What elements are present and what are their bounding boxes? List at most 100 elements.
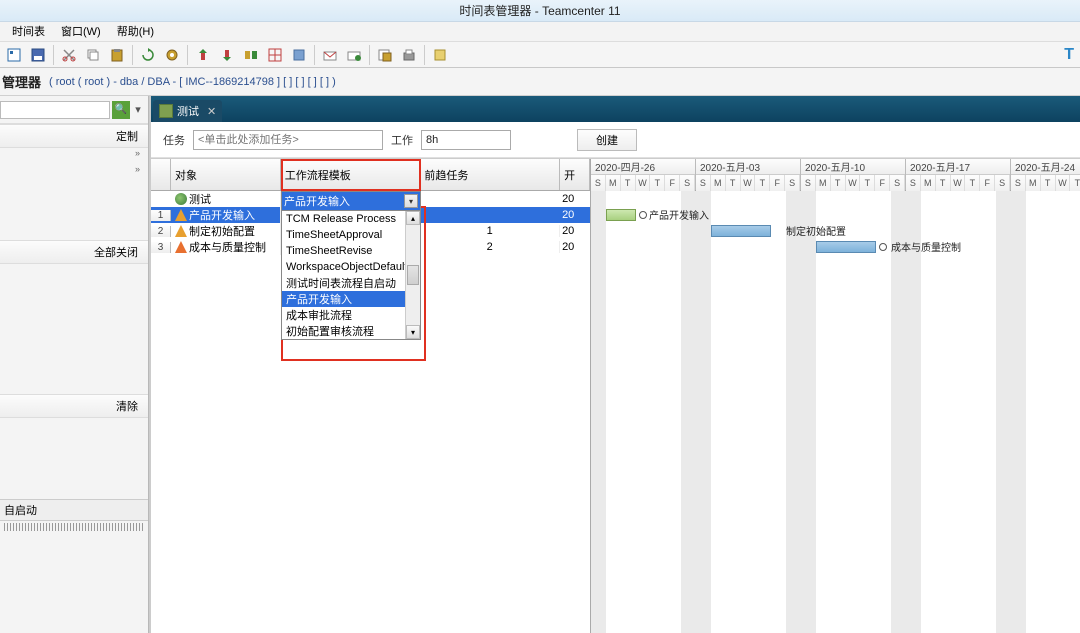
gantt-bar[interactable] <box>816 241 876 253</box>
menu-help[interactable]: 帮助(H) <box>109 23 162 41</box>
col-rownum[interactable] <box>151 159 171 190</box>
row-number: 2 <box>151 226 171 237</box>
tool-c-icon[interactable] <box>240 44 262 66</box>
work-label: 工作 <box>391 132 413 148</box>
menu-schedule[interactable]: 时间表 <box>4 23 53 41</box>
cell-start: 20 <box>560 209 590 221</box>
tool-j-icon[interactable] <box>429 44 451 66</box>
col-start[interactable]: 开 <box>560 159 590 190</box>
workflow-combo[interactable]: 产品开发输入 ▾ ▴ ▾ TCM Release ProcessTimeShee… <box>281 191 421 340</box>
tool-h-icon[interactable] <box>374 44 396 66</box>
combo-option[interactable]: 测试时间表流程自启动 <box>282 275 420 291</box>
combo-option[interactable]: TimeSheetApproval <box>282 227 420 243</box>
combo-option[interactable]: 初始配置审核流程 <box>282 323 420 339</box>
close-icon[interactable]: ✕ <box>207 105 216 118</box>
toolbar: T <box>0 42 1080 68</box>
tool-i-icon[interactable] <box>398 44 420 66</box>
cell-object: 产品开发输入 <box>171 207 281 223</box>
combo-selected[interactable]: 产品开发输入 ▾ <box>282 192 420 210</box>
day-cell: T <box>650 175 665 191</box>
day-cell: T <box>621 175 636 191</box>
breadcrumb-bar: 管理器 ( root ( root ) - dba / DBA - [ IMC-… <box>0 68 1080 96</box>
work-input[interactable] <box>421 130 511 150</box>
day-cell: M <box>921 175 936 191</box>
gantt-week: 2020-五月-10SMTWTFS <box>801 159 906 190</box>
col-predecessor[interactable]: 前趋任务 <box>420 159 560 190</box>
tool-b-icon[interactable] <box>216 44 238 66</box>
gantt-week: 2020-五月-24SMTWTFS <box>1011 159 1080 190</box>
tool-home-icon[interactable] <box>3 44 25 66</box>
tool-paste-icon[interactable] <box>106 44 128 66</box>
combo-option[interactable]: TCM Release Process <box>282 211 420 227</box>
gantt-bar[interactable] <box>606 209 636 221</box>
tab-test[interactable]: 测试 ✕ <box>153 100 222 122</box>
week-label: 2020-四月-26 <box>591 159 695 175</box>
day-cell: S <box>785 175 800 191</box>
task-input[interactable] <box>193 130 383 150</box>
combo-scrollbar[interactable]: ▴ ▾ <box>405 211 420 339</box>
search-icon[interactable]: 🔍 <box>112 101 130 119</box>
combo-option[interactable]: WorkspaceObjectDefault <box>282 259 420 275</box>
scroll-down-icon[interactable]: ▾ <box>406 325 420 339</box>
left-section-custom[interactable]: 定制 <box>0 124 148 148</box>
combo-option[interactable]: 产品开发输入 <box>282 291 420 307</box>
day-cell: M <box>711 175 726 191</box>
day-cell: W <box>846 175 861 191</box>
left-search-row: 🔍 ▾ <box>0 96 148 124</box>
tool-copy-icon[interactable] <box>82 44 104 66</box>
left-autostart[interactable]: 自启动 <box>0 499 148 521</box>
create-button[interactable]: 创建 <box>577 129 637 151</box>
cell-predecessor: 2 <box>420 241 560 253</box>
row-number: 1 <box>151 210 171 221</box>
tool-cut-icon[interactable] <box>58 44 80 66</box>
tool-refresh-icon[interactable] <box>137 44 159 66</box>
gantt-week: 2020-五月-17SMTWTFS <box>906 159 1011 190</box>
tool-a-icon[interactable] <box>192 44 214 66</box>
left-search-input[interactable] <box>0 101 110 119</box>
day-cell: W <box>741 175 756 191</box>
gantt-body[interactable]: 产品开发输入制定初始配置成本与质量控制 <box>591 191 1080 633</box>
combo-option[interactable]: TimeSheetRevise <box>282 243 420 259</box>
day-cell: F <box>665 175 680 191</box>
brand-letter: T <box>1064 46 1074 64</box>
row-number: 3 <box>151 242 171 253</box>
window-title: 时间表管理器 - Teamcenter 11 <box>459 2 620 19</box>
resize-grip[interactable] <box>4 523 144 531</box>
day-cell: T <box>965 175 980 191</box>
chevron-right-icon[interactable]: » <box>0 164 148 180</box>
left-section-clear[interactable]: 清除 <box>0 394 148 418</box>
tool-gear-icon[interactable] <box>161 44 183 66</box>
milestone-node[interactable] <box>879 243 887 251</box>
col-workflow[interactable]: 工作流程模板 <box>281 159 421 190</box>
tool-d-icon[interactable] <box>264 44 286 66</box>
chevron-right-icon[interactable]: » <box>0 148 148 164</box>
left-section-closeall[interactable]: 全部关闭 <box>0 240 148 264</box>
day-cell: T <box>755 175 770 191</box>
tool-save-icon[interactable] <box>27 44 49 66</box>
scroll-up-icon[interactable]: ▴ <box>406 211 420 225</box>
tool-f-icon[interactable] <box>319 44 341 66</box>
left-panel: 🔍 ▾ 定制 » » 全部关闭 清除 自启动 <box>0 96 149 633</box>
day-cell: F <box>980 175 995 191</box>
scroll-thumb[interactable] <box>407 265 419 285</box>
milestone-node[interactable] <box>639 211 647 219</box>
day-cell: S <box>696 175 711 191</box>
cell-predecessor: 1 <box>420 225 560 237</box>
day-cell: M <box>606 175 621 191</box>
day-cell: M <box>816 175 831 191</box>
weekend-shade <box>786 191 801 633</box>
day-cell: M <box>1026 175 1041 191</box>
window-title-bar: 时间表管理器 - Teamcenter 11 <box>0 0 1080 22</box>
col-object[interactable]: 对象 <box>171 159 281 190</box>
task-icon <box>175 225 187 237</box>
gantt-bar[interactable] <box>711 225 771 237</box>
tool-g-icon[interactable] <box>343 44 365 66</box>
combo-option[interactable]: 成本审批流程 <box>282 307 420 323</box>
tool-e-icon[interactable] <box>288 44 310 66</box>
day-cell: S <box>591 175 606 191</box>
search-dropdown-icon[interactable]: ▾ <box>132 101 144 119</box>
weekend-shade <box>891 191 906 633</box>
chevron-down-icon[interactable]: ▾ <box>404 194 418 208</box>
day-cell: S <box>680 175 695 191</box>
menu-window[interactable]: 窗口(W) <box>53 23 109 41</box>
